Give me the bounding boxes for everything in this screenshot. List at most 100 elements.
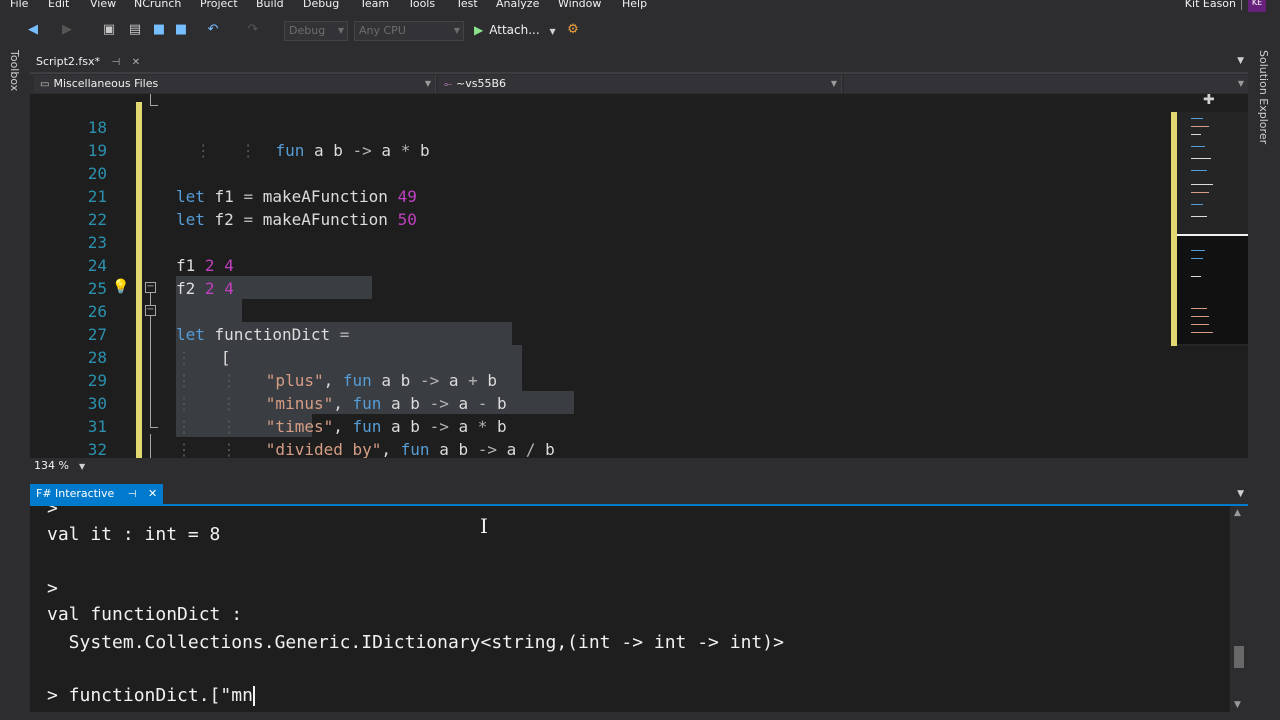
- tab-script2[interactable]: Script2.fsx* ⊣ ✕: [30, 52, 146, 72]
- toolbar: ◀ ▶ ▣ ▤ ■ ■ ↶ ↷ Debug ▼ Any CPU ▼ ▶ Attac…: [0, 16, 1280, 44]
- solution-explorer-tab[interactable]: Solution Explorer: [1257, 50, 1270, 144]
- interactive-output[interactable]: > val it : int = 8 > val functionDict : …: [30, 506, 1230, 712]
- user-avatar[interactable]: KE: [1248, 0, 1266, 12]
- menu-team[interactable]: Team: [360, 0, 389, 10]
- input-text: > functionDict.["mn: [47, 685, 253, 706]
- chevron-down-icon: ▼: [549, 27, 556, 36]
- back-icon[interactable]: ◀: [24, 20, 42, 40]
- text-caret: [252, 686, 255, 706]
- tab-list-dropdown-icon[interactable]: ▼: [1237, 56, 1244, 66]
- open-file-icon[interactable]: ▤: [126, 20, 144, 40]
- menu-bar: File Edit View NCrunch Project Build Deb…: [0, 0, 1280, 14]
- menu-analyze[interactable]: Analyze: [496, 0, 539, 10]
- menu-debug[interactable]: Debug: [303, 0, 339, 10]
- menu-ncrunch[interactable]: NCrunch: [134, 0, 181, 10]
- code-line-33: 33: [30, 438, 1170, 458]
- code-line-26: 26 let functionDict =: [30, 277, 1170, 344]
- mouse-cursor-ibeam: I: [480, 514, 488, 538]
- user-name[interactable]: Kit Eason: [1185, 0, 1236, 10]
- window-options-icon[interactable]: ▼: [1237, 489, 1244, 499]
- chevron-down-icon: ▼: [830, 79, 837, 88]
- toolbox-strip: Toolbox: [0, 44, 30, 720]
- menu-view[interactable]: View: [90, 0, 116, 10]
- navigation-bar: ▭ Miscellaneous Files ▼ ⟜ ~vs55B6 ▼ ▼: [30, 74, 1248, 94]
- scroll-down-icon[interactable]: ▼: [1234, 700, 1241, 710]
- chevron-down-icon: ▼: [1237, 79, 1244, 88]
- chevron-down-icon: ▼: [424, 79, 431, 88]
- platform-select[interactable]: Any CPU ▼: [354, 21, 464, 41]
- menu-tools[interactable]: Tools: [408, 0, 435, 10]
- attach-label: Attach...: [489, 23, 540, 37]
- code-line-30: 30 ⋮ ⋮ "times", fun a b -> a * b: [30, 369, 1170, 436]
- code-line-24: 24 f2 2 4: [30, 231, 1170, 298]
- code-editor[interactable]: − − 💡 18 ⋮ ⋮ fun a b -> a * b 19 20 let …: [30, 94, 1248, 458]
- scrollbar-minimap[interactable]: [1177, 112, 1248, 346]
- prompt-line: >: [47, 578, 58, 599]
- right-strip: Solution Explorer: [1248, 44, 1280, 720]
- close-icon[interactable]: ✕: [132, 57, 140, 68]
- interactive-scrollbar[interactable]: ▲ ▼: [1230, 506, 1248, 712]
- configuration-select[interactable]: Debug ▼: [284, 21, 348, 41]
- code-line-31: 31 ⋮ ⋮ "divided by", fun a b -> a / b: [30, 392, 1170, 458]
- tab-fsharp-interactive[interactable]: F# Interactive ⊣ ✕: [30, 484, 164, 504]
- code-line-22: 22: [30, 185, 1170, 229]
- menu-test[interactable]: Test: [456, 0, 478, 10]
- zoom-select[interactable]: 134 % ▼: [34, 459, 85, 472]
- output-line: val it : int = 8: [47, 524, 221, 545]
- code-line-18: 18 ⋮ ⋮ fun a b -> a * b: [30, 94, 1170, 160]
- configuration-value: Debug: [289, 24, 326, 37]
- menu-window[interactable]: Window: [558, 0, 601, 10]
- scroll-up-icon[interactable]: ▲: [1234, 508, 1241, 518]
- menu-edit[interactable]: Edit: [48, 0, 69, 10]
- symbol-select[interactable]: ▼: [844, 75, 1248, 93]
- menu-project[interactable]: Project: [200, 0, 238, 10]
- attach-button[interactable]: ▶ Attach... ▼: [474, 20, 556, 40]
- code-line-29: 29 ⋮ ⋮ "minus", fun a b -> a - b: [30, 346, 1170, 413]
- menu-help[interactable]: Help: [622, 0, 647, 10]
- file-icon: ▭: [40, 79, 50, 90]
- extension-icon[interactable]: ⚙: [564, 20, 582, 40]
- menu-build[interactable]: Build: [256, 0, 284, 10]
- code-line-23: 23 f1 2 4: [30, 208, 1170, 275]
- code-line-25: 25: [30, 254, 1170, 298]
- input-line[interactable]: > functionDict.["mn: [47, 685, 255, 706]
- redo-icon[interactable]: ↷: [244, 20, 262, 40]
- undo-icon[interactable]: ↶: [204, 20, 222, 40]
- editor-status-strip: 134 % ▼: [30, 458, 1248, 475]
- document-tabs: Script2.fsx* ⊣ ✕ ▼: [30, 50, 1248, 72]
- forward-icon[interactable]: ▶: [58, 20, 76, 40]
- save-all-icon[interactable]: ■: [172, 20, 190, 40]
- interactive-bottom-strip: [30, 712, 1248, 720]
- chevron-down-icon: ▼: [78, 462, 86, 471]
- zoom-value: 134 %: [34, 459, 69, 472]
- close-icon[interactable]: ✕: [148, 487, 157, 500]
- pin-icon[interactable]: ⊣: [112, 57, 121, 68]
- namespace-icon: ⟜: [444, 79, 452, 90]
- member-select[interactable]: ⟜ ~vs55B6 ▼: [438, 75, 842, 93]
- code-line-21: 21 let f2 = makeAFunction 50: [30, 162, 1170, 229]
- project-value: Miscellaneous Files: [53, 77, 159, 90]
- output-line: System.Collections.Generic.IDictionary<s…: [47, 632, 784, 653]
- project-select[interactable]: ▭ Miscellaneous Files ▼: [34, 75, 436, 93]
- code-line-28: 28 ⋮ ⋮ "plus", fun a b -> a + b: [30, 323, 1170, 390]
- code-line-32: 32 ⋮ ] |> dict: [30, 415, 1170, 458]
- menu-separator: [1241, 0, 1242, 10]
- chevron-down-icon: ▼: [453, 26, 460, 35]
- code-line-19: 19: [30, 116, 1170, 160]
- pin-icon[interactable]: ⊣: [128, 489, 137, 500]
- menu-file[interactable]: File: [10, 0, 28, 10]
- minimap-viewport[interactable]: [1177, 234, 1248, 344]
- toolbox-tab[interactable]: Toolbox: [8, 50, 21, 91]
- platform-value: Any CPU: [359, 24, 406, 37]
- code-line-20: 20 let f1 = makeAFunction 49: [30, 139, 1170, 206]
- member-value: ~vs55B6: [456, 77, 506, 90]
- chevron-down-icon: ▼: [337, 26, 344, 35]
- tab-label: Script2.fsx*: [36, 55, 101, 68]
- prompt-line: >: [47, 506, 58, 519]
- scrollbar-thumb[interactable]: [1234, 646, 1244, 668]
- interactive-header: F# Interactive ⊣ ✕ ▼: [30, 484, 1248, 504]
- new-project-icon[interactable]: ▣: [100, 20, 118, 40]
- split-window-icon[interactable]: ✚: [1203, 94, 1215, 108]
- tab-label: F# Interactive: [36, 487, 115, 500]
- save-icon[interactable]: ■: [150, 20, 168, 40]
